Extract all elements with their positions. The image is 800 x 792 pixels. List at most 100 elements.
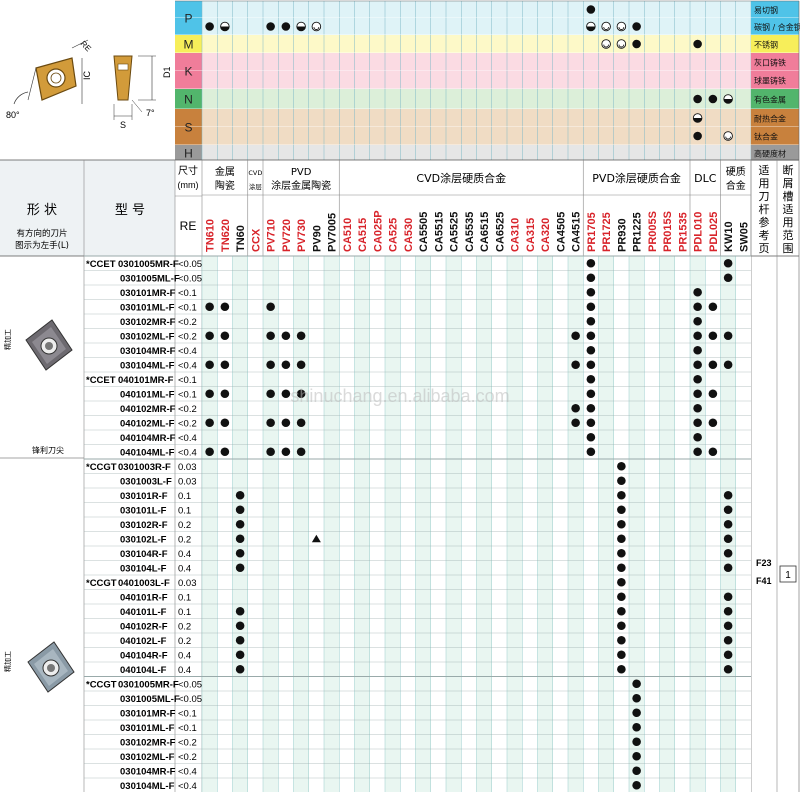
re-value: 0.4 — [178, 650, 191, 661]
filled-dot-icon — [266, 418, 275, 428]
grade-column — [461, 256, 477, 792]
model-code: 030101L-F — [120, 505, 167, 516]
re-value: <0.4 — [178, 781, 197, 792]
filled-dot-icon — [617, 606, 626, 616]
half-dot-icon — [296, 21, 306, 32]
grade-column — [308, 256, 324, 792]
filled-dot-icon — [708, 389, 718, 399]
re-value: 0.1 — [178, 592, 191, 603]
model-code: 040104ML-F — [120, 447, 175, 458]
model-code: 040102MR-F — [120, 404, 176, 415]
re-value: 0.4 — [178, 563, 191, 574]
filled-dot-icon — [220, 302, 230, 312]
holder-ref-f23: F23 — [756, 558, 772, 568]
grade-name: CA6525 — [494, 212, 506, 252]
re-value: 0.1 — [178, 491, 191, 502]
model-code: 040104L-F — [120, 665, 167, 676]
filled-dot-icon — [632, 737, 641, 747]
holder-ref-header: 页 — [759, 242, 770, 255]
filled-dot-icon — [586, 287, 596, 297]
filled-dot-icon — [693, 287, 702, 297]
chipbreaker-range-value: 1 — [785, 570, 791, 581]
filled-dot-icon — [723, 650, 733, 660]
filled-dot-icon — [205, 360, 214, 370]
filled-dot-icon — [693, 331, 702, 341]
grade-name: CA5525 — [449, 212, 461, 252]
filled-dot-icon — [693, 94, 702, 104]
filled-dot-icon — [571, 403, 580, 413]
grade-name: PR1705 — [586, 212, 598, 252]
filled-dot-icon — [586, 316, 596, 326]
re-value: <0.2 — [178, 404, 197, 415]
re-value: <0.4 — [178, 433, 197, 444]
re-value: 0.03 — [178, 462, 197, 473]
filled-dot-icon — [235, 635, 245, 645]
grade-name: CA5505 — [418, 212, 430, 252]
model-code: 040101ML-F — [120, 389, 175, 400]
grade-column — [674, 256, 690, 792]
grade-column — [476, 256, 492, 792]
grade-column — [369, 256, 385, 792]
d1-label: D1 — [162, 66, 172, 78]
insert-photo-icon — [27, 641, 75, 693]
series-label: *CCGT — [86, 679, 117, 690]
grade-name: CA515 — [357, 218, 369, 252]
half-dot-icon — [586, 21, 596, 32]
filled-dot-icon — [693, 447, 702, 457]
smile-icon — [616, 21, 627, 32]
filled-dot-icon — [723, 258, 733, 268]
grade-group-label: PVD — [291, 167, 312, 178]
re-value: <0.05 — [178, 259, 202, 270]
filled-dot-icon — [266, 447, 275, 457]
grade-name: PR1725 — [601, 212, 613, 252]
grade-name: PR1225 — [632, 212, 644, 252]
grade-name: CA4505 — [555, 212, 567, 252]
filled-dot-icon — [723, 592, 733, 602]
filled-dot-icon — [693, 316, 702, 326]
filled-dot-icon — [205, 302, 214, 312]
filled-dot-icon — [723, 563, 733, 573]
model-code: 030104MR-F — [120, 346, 176, 357]
filled-dot-icon — [632, 39, 641, 49]
model-code: 030102ML-F — [120, 752, 175, 763]
half-dot-icon — [692, 113, 703, 123]
model-code: 030101R-F — [120, 491, 168, 502]
filled-dot-icon — [617, 664, 626, 674]
filled-dot-icon — [617, 461, 626, 471]
filled-dot-icon — [586, 418, 596, 428]
re-value: 0.1 — [178, 607, 191, 618]
filled-dot-icon — [723, 519, 733, 529]
filled-dot-icon — [617, 476, 626, 486]
grade-column — [491, 256, 507, 792]
re-value: 0.03 — [178, 476, 197, 487]
filled-dot-icon — [617, 505, 626, 515]
series-label: *CCGT — [86, 462, 117, 473]
model-code: 0301005MR-F — [118, 679, 179, 690]
grade-name: CA310 — [510, 218, 522, 252]
filled-dot-icon — [723, 606, 733, 616]
section-label: 精加工 — [3, 329, 12, 350]
model-code: 030102L-F — [120, 534, 167, 545]
grade-group-label: 金属 — [215, 165, 235, 178]
grade-name: TN60 — [235, 225, 247, 252]
re-value: 0.2 — [178, 621, 191, 632]
re-value: <0.4 — [178, 360, 197, 371]
grade-column — [644, 256, 660, 792]
filled-dot-icon — [571, 360, 580, 370]
material-label: 高硬度材 — [754, 149, 786, 159]
model-code: 030104L-F — [120, 563, 167, 574]
model-code: 040102R-F — [120, 621, 168, 632]
re-value: <0.4 — [178, 447, 197, 458]
series-label: *CCGT — [86, 578, 117, 589]
model-code: 040101R-F — [120, 592, 168, 603]
grade-name: PDL010 — [693, 212, 705, 252]
filled-dot-icon — [205, 22, 214, 31]
filled-dot-icon — [632, 693, 641, 703]
ic-label: IC — [82, 70, 92, 80]
grade-name: PDL025 — [708, 212, 720, 252]
filled-dot-icon — [693, 360, 702, 370]
filled-dot-icon — [266, 360, 275, 370]
filled-dot-icon — [693, 389, 702, 399]
filled-dot-icon — [693, 418, 702, 428]
model-code: 040102ML-F — [120, 418, 175, 429]
